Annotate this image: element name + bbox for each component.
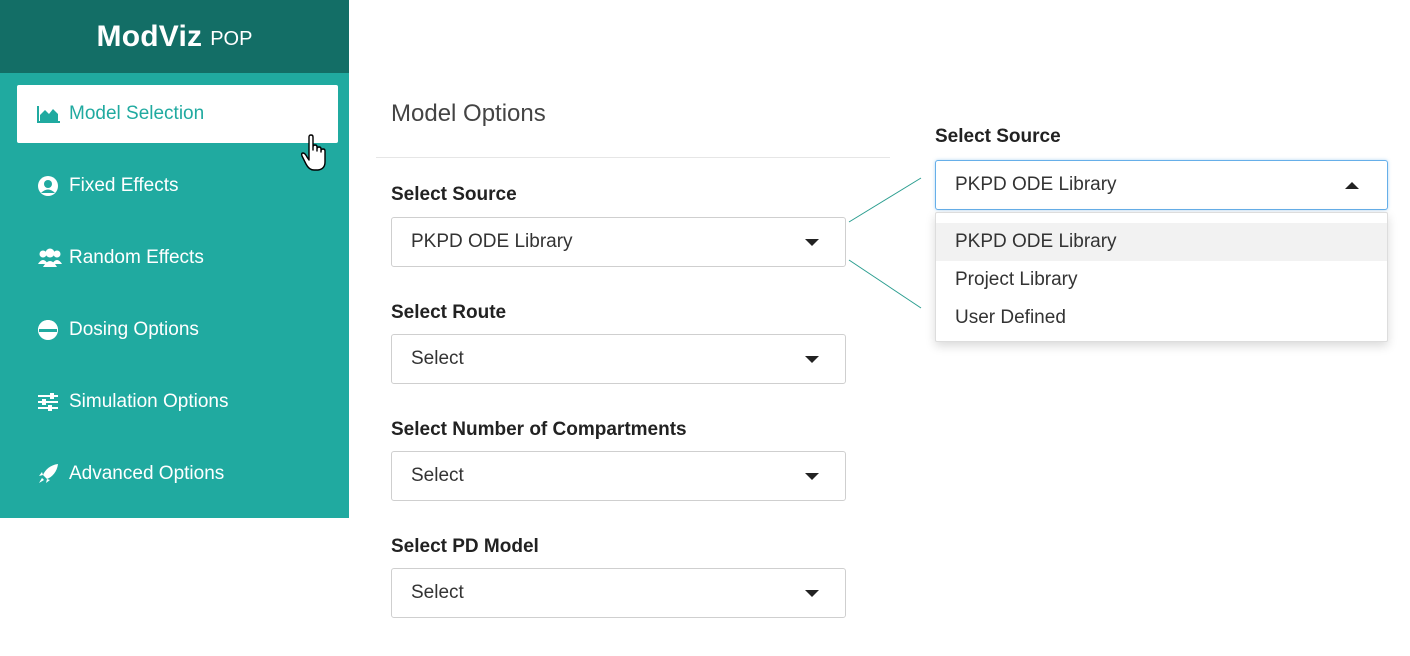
- select-compartments-dropdown[interactable]: Select: [391, 451, 846, 501]
- select-route-label: Select Route: [391, 302, 507, 323]
- sidebar-item-label: Dosing Options: [69, 319, 199, 340]
- brand-suffix: POP: [210, 28, 253, 50]
- sidebar-item-label: Model Selection: [69, 103, 205, 124]
- sidebar-item-random-effects[interactable]: Random Effects: [17, 229, 338, 287]
- sidebar-item-simulation-options[interactable]: Simulation Options: [17, 373, 338, 431]
- select-value: Select: [411, 582, 464, 603]
- sidebar-item-model-selection[interactable]: Model Selection: [17, 85, 338, 143]
- zoom-select-source-dropdown[interactable]: PKPD ODE Library: [935, 160, 1388, 210]
- select-pd-model-label: Select PD Model: [391, 536, 539, 557]
- zoom-select-source-label: Select Source: [935, 126, 1061, 147]
- select-value: Select: [411, 465, 464, 486]
- area-chart-icon: [37, 103, 63, 125]
- brand-name: ModViz: [96, 19, 203, 53]
- select-route-dropdown[interactable]: Select: [391, 334, 846, 384]
- rocket-icon: [37, 463, 63, 485]
- sidebar: ModViz POP Model Selection Fixed Effects…: [0, 0, 349, 518]
- sidebar-item-label: Fixed Effects: [69, 175, 179, 196]
- brand-header: ModViz POP: [0, 0, 349, 73]
- sidebar-item-dosing-options[interactable]: Dosing Options: [17, 301, 338, 359]
- zoom-select-value: PKPD ODE Library: [955, 174, 1117, 195]
- select-value: PKPD ODE Library: [411, 231, 573, 252]
- caret-down-icon: [805, 473, 819, 480]
- half-circle-icon: [37, 319, 63, 341]
- divider: [376, 157, 890, 158]
- users-icon: [37, 247, 63, 269]
- caret-up-icon: [1345, 182, 1359, 189]
- select-compartments-label: Select Number of Compartments: [391, 419, 687, 440]
- dropdown-option-pkpd-ode-library[interactable]: PKPD ODE Library: [936, 223, 1387, 261]
- section-title: Model Options: [391, 100, 546, 127]
- select-source-label: Select Source: [391, 184, 517, 205]
- sidebar-item-label: Advanced Options: [69, 463, 225, 484]
- select-value: Select: [411, 348, 464, 369]
- hand-cursor-icon: [300, 134, 326, 171]
- dropdown-menu: PKPD ODE Library Project Library User De…: [935, 212, 1388, 342]
- sidebar-item-label: Simulation Options: [69, 391, 229, 412]
- caret-down-icon: [805, 590, 819, 597]
- sidebar-item-advanced-options[interactable]: Advanced Options: [17, 445, 338, 503]
- caret-down-icon: [805, 356, 819, 363]
- user-circle-icon: [37, 175, 63, 197]
- sidebar-item-label: Random Effects: [69, 247, 204, 268]
- select-source-dropdown[interactable]: PKPD ODE Library: [391, 217, 846, 267]
- caret-down-icon: [805, 239, 819, 246]
- sidebar-item-fixed-effects[interactable]: Fixed Effects: [17, 157, 338, 215]
- dropdown-option-user-defined[interactable]: User Defined: [936, 299, 1387, 337]
- sliders-icon: [37, 391, 63, 413]
- dropdown-option-project-library[interactable]: Project Library: [936, 261, 1387, 299]
- select-pd-model-dropdown[interactable]: Select: [391, 568, 846, 618]
